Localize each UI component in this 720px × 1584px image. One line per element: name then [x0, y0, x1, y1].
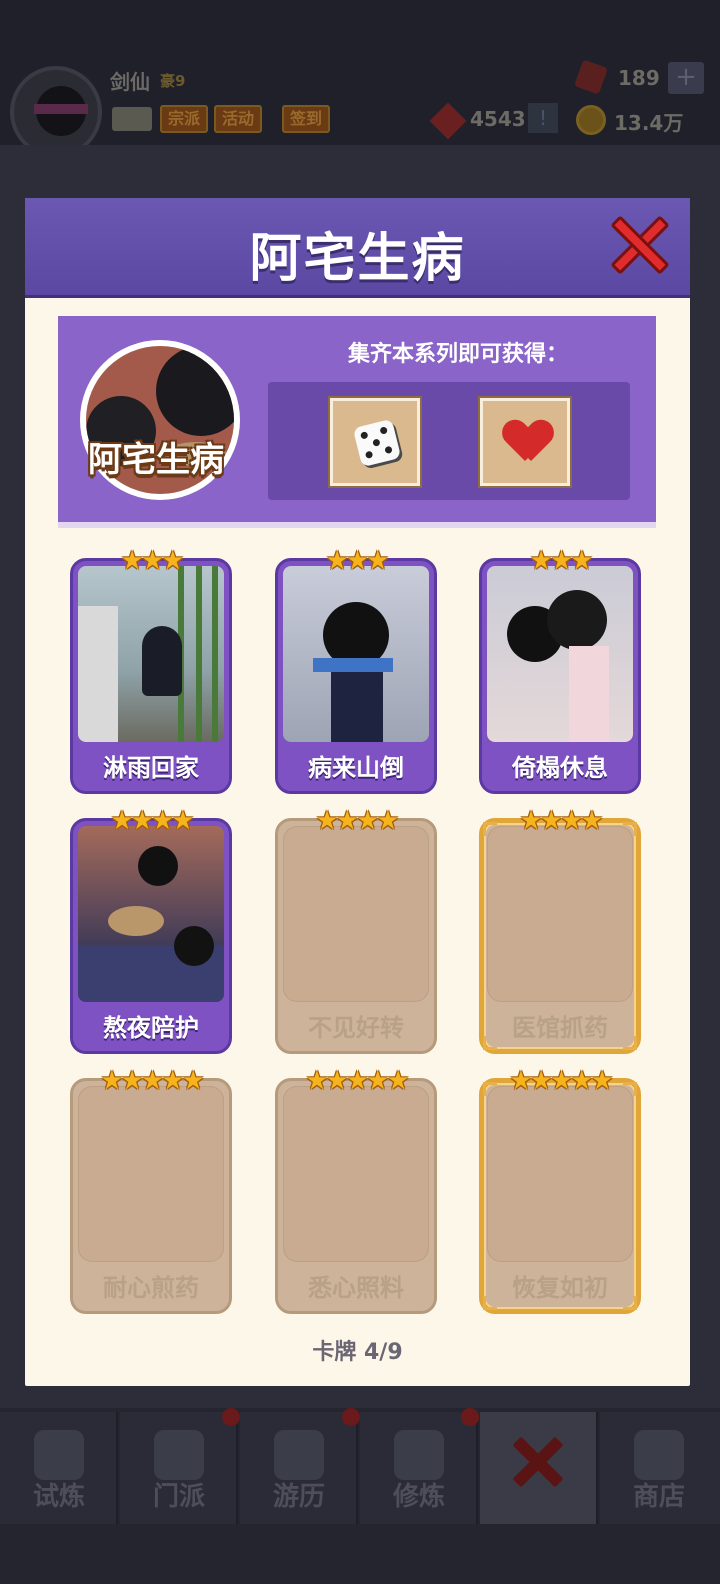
portrait-figure [156, 346, 234, 436]
card-label: 不见好转 [308, 1014, 404, 1042]
nav-travel[interactable]: 游历 [240, 1412, 358, 1524]
art-head [174, 926, 214, 966]
ticket-count: 4543 [470, 107, 526, 131]
nav-label: 试炼 [32, 1482, 85, 1512]
book-icon [394, 1430, 444, 1480]
art-bamboo [196, 566, 202, 742]
card-9[interactable]: ★★★★★ 恢复如初 [479, 1066, 641, 1314]
nav-label: 门派 [152, 1482, 205, 1512]
reward-slot-heart[interactable] [480, 398, 570, 486]
card-art-placeholder [283, 826, 429, 1002]
art-wall [78, 606, 118, 742]
coin-icon [576, 105, 606, 135]
dice-icon [352, 418, 402, 468]
nav-trial[interactable]: 试炼 [0, 1412, 118, 1524]
close-icon [512, 1432, 564, 1492]
card-art-placeholder [283, 1086, 429, 1262]
notification-dot [461, 1408, 479, 1426]
card-4[interactable]: ★★★★ 熬夜陪护 [70, 806, 232, 1054]
reward-box [268, 382, 630, 500]
series-panel: 阿宅生病 集齐本系列即可获得： [58, 316, 656, 528]
card-label: 倚榻休息 [512, 754, 608, 782]
nav-label: 游历 [272, 1482, 325, 1512]
gem-count: 189 [618, 66, 660, 90]
star-rating: ★★★★★ [509, 1066, 614, 1096]
card-label: 医馆抓药 [512, 1014, 608, 1042]
modal-title: 阿宅生病 [249, 229, 466, 289]
card-label: 恢复如初 [512, 1274, 608, 1302]
card-1[interactable]: ★★★ 淋雨回家 [70, 546, 232, 794]
card-label: 淋雨回家 [103, 754, 199, 782]
star-rating: ★★★★★ [305, 1066, 410, 1096]
temple-icon [154, 1430, 204, 1480]
notification-dot [222, 1408, 240, 1426]
avatar-band [34, 104, 88, 114]
art-figure [142, 626, 182, 696]
card-art [78, 566, 224, 742]
star-rating: ★★★★ [519, 806, 603, 836]
art-body [331, 662, 383, 742]
add-gems-button[interactable]: + [668, 62, 704, 94]
card-7[interactable]: ★★★★★ 耐心煎药 [70, 1066, 232, 1314]
star-rating: ★★★ [120, 546, 185, 576]
nav-close-active[interactable] [480, 1412, 598, 1524]
card-6[interactable]: ★★★★ 医馆抓药 [479, 806, 641, 1054]
tag-signin-button[interactable]: 签到 [282, 105, 331, 133]
art-bamboo [212, 566, 218, 742]
art-dress [569, 646, 609, 742]
mountain-icon [274, 1430, 324, 1480]
card-label: 耐心煎药 [103, 1274, 199, 1302]
notification-dot [342, 1408, 360, 1426]
art-bowl [108, 906, 164, 936]
card-art [283, 566, 429, 742]
nav-label: 修炼 [392, 1482, 445, 1512]
star-rating: ★★★★ [315, 806, 399, 836]
nav-cultivate[interactable]: 修炼 [360, 1412, 478, 1524]
reward-slot-dice[interactable] [330, 398, 420, 486]
card-art [487, 566, 633, 742]
reward-title: 集齐本系列即可获得： [347, 342, 568, 367]
coin-count: 13.4万 [614, 111, 684, 135]
nav-sect[interactable]: 门派 [120, 1412, 238, 1524]
tag-event-button[interactable]: 活动 [214, 105, 263, 133]
card-3[interactable]: ★★★ 倚榻休息 [479, 546, 641, 794]
series-name: 阿宅生病 [88, 440, 224, 480]
art-head [547, 590, 607, 650]
star-rating: ★★★★ [110, 806, 194, 836]
modal-header: 阿宅生病 [25, 198, 690, 298]
card-label: 病来山倒 [308, 754, 404, 782]
card-8[interactable]: ★★★★★ 悉心照料 [275, 1066, 437, 1314]
card-art-placeholder [487, 826, 633, 1002]
nav-label: 商店 [632, 1482, 685, 1512]
card-progress: 卡牌 4/9 [312, 1340, 403, 1365]
mail-icon[interactable] [112, 107, 152, 131]
close-button[interactable] [607, 214, 670, 276]
star-rating: ★★★ [529, 546, 594, 576]
card-art-placeholder [78, 1086, 224, 1262]
player-rank: 豪9 [160, 72, 186, 90]
card-label: 熬夜陪护 [103, 1014, 199, 1042]
shop-icon [634, 1430, 684, 1480]
nav-shop[interactable]: 商店 [600, 1412, 720, 1524]
card-art-placeholder [487, 1086, 633, 1262]
art-head [138, 846, 178, 886]
series-modal: 阿宅生病 阿宅生病 集齐本系列即可获得： ★★★ 淋雨回家 ★★★ 病来山倒 ★… [25, 198, 690, 1386]
ninja-icon [34, 1430, 84, 1480]
heart-icon [505, 421, 551, 465]
info-button[interactable]: ! [528, 103, 558, 133]
star-rating: ★★★★★ [100, 1066, 205, 1096]
player-name: 剑仙 [110, 70, 150, 94]
star-rating: ★★★ [325, 546, 390, 576]
card-5[interactable]: ★★★★ 不见好转 [275, 806, 437, 1054]
top-bar [0, 0, 720, 145]
tag-sect-button[interactable]: 宗派 [160, 105, 209, 133]
art-scarf [313, 658, 393, 672]
card-art [78, 826, 224, 1002]
card-2[interactable]: ★★★ 病来山倒 [275, 546, 437, 794]
card-label: 悉心照料 [308, 1274, 404, 1302]
